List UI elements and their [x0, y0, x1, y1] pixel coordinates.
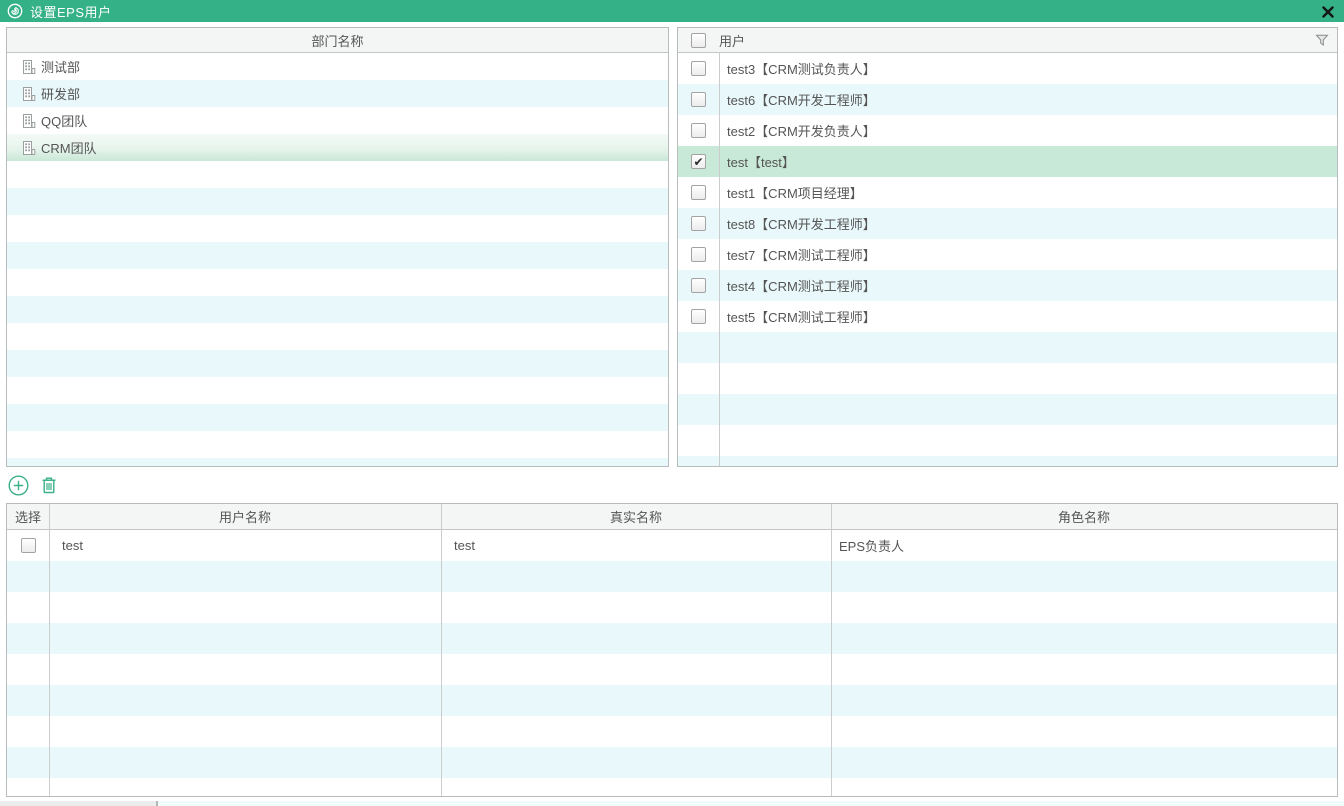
user-label: test7【CRM测试工程师】: [719, 245, 876, 264]
filter-funnel-icon[interactable]: [1315, 33, 1329, 47]
user-label: test【test】: [719, 152, 795, 171]
user-row[interactable]: test5【CRM测试工程师】: [678, 301, 1337, 332]
header-select: 选择: [7, 507, 49, 526]
close-icon[interactable]: [1320, 4, 1335, 19]
column-divider: [831, 504, 832, 796]
assigned-table-header: 选择 用户名称 真实名称 角色名称: [7, 504, 1337, 530]
column-divider: [49, 504, 50, 796]
user-checkbox[interactable]: [691, 92, 706, 107]
user-label: test8【CRM开发工程师】: [719, 214, 876, 233]
cell-user-name: test: [49, 538, 441, 553]
user-row[interactable]: test7【CRM测试工程师】: [678, 239, 1337, 270]
user-header-label: 用户: [719, 31, 745, 50]
tree-item-dept[interactable]: QQ团队: [7, 107, 668, 134]
background-page-edge: [0, 801, 156, 806]
department-header-label: 部门名称: [311, 31, 363, 50]
user-panel-header: 用户: [678, 28, 1337, 53]
user-row[interactable]: test3【CRM测试负责人】: [678, 53, 1337, 84]
tree-item-label: QQ团队: [41, 111, 87, 130]
user-label: test5【CRM测试工程师】: [719, 307, 876, 326]
user-label: test2【CRM开发负责人】: [719, 121, 876, 140]
header-real-name: 真实名称: [441, 507, 831, 526]
tree-item-dept[interactable]: 研发部: [7, 80, 668, 107]
header-role-name: 角色名称: [831, 507, 1337, 526]
user-panel: 用户 test3【CRM测试负责人】 test6【CRM开发工程师】 test2…: [677, 27, 1338, 467]
background-page-edge: [156, 801, 158, 806]
row-checkbox[interactable]: [21, 538, 36, 553]
assigned-users-table: 选择 用户名称 真实名称 角色名称 test test EPS负责人: [6, 503, 1338, 797]
user-checkbox[interactable]: [691, 123, 706, 138]
assigned-users-toolbar: [8, 468, 60, 502]
department-panel-header: 部门名称: [7, 28, 668, 53]
user-checkbox[interactable]: [691, 185, 706, 200]
spiral-logo-icon: [7, 3, 23, 19]
user-label: test1【CRM项目经理】: [719, 183, 863, 202]
user-row[interactable]: test2【CRM开发负责人】: [678, 115, 1337, 146]
department-building-icon: [21, 140, 37, 156]
background-page-edge: [0, 801, 1344, 806]
tree-item-dept[interactable]: 测试部: [7, 53, 668, 80]
user-row-selected[interactable]: test【test】: [678, 146, 1337, 177]
user-list: test3【CRM测试负责人】 test6【CRM开发工程师】 test2【CR…: [678, 53, 1337, 466]
user-checkbox[interactable]: [691, 278, 706, 293]
department-tree: 测试部 研发部: [7, 53, 668, 466]
user-checkbox-checked[interactable]: [691, 154, 706, 169]
column-divider: [719, 53, 720, 466]
user-label: test6【CRM开发工程师】: [719, 90, 876, 109]
tree-item-label: 研发部: [41, 84, 80, 103]
department-building-icon: [21, 59, 37, 75]
tree-item-dept-selected[interactable]: CRM团队: [7, 134, 668, 161]
select-all-checkbox[interactable]: [691, 33, 706, 48]
department-building-icon: [21, 86, 37, 102]
department-building-icon: [21, 113, 37, 129]
user-checkbox[interactable]: [691, 247, 706, 262]
dialog-titlebar: 设置EPS用户: [0, 0, 1344, 22]
user-checkbox[interactable]: [691, 61, 706, 76]
assigned-table-body: test test EPS负责人: [7, 530, 1337, 796]
table-row[interactable]: test test EPS负责人: [7, 530, 1337, 561]
user-checkbox[interactable]: [691, 216, 706, 231]
header-user-name: 用户名称: [49, 507, 441, 526]
user-label: test3【CRM测试负责人】: [719, 59, 876, 78]
user-row[interactable]: test6【CRM开发工程师】: [678, 84, 1337, 115]
user-label: test4【CRM测试工程师】: [719, 276, 876, 295]
dialog-title: 设置EPS用户: [30, 2, 112, 21]
cell-role-name: EPS负责人: [831, 536, 1337, 555]
user-row[interactable]: test8【CRM开发工程师】: [678, 208, 1337, 239]
circled-plus-icon[interactable]: [8, 475, 29, 496]
user-row[interactable]: test4【CRM测试工程师】: [678, 270, 1337, 301]
cell-real-name: test: [441, 538, 831, 553]
tree-item-label: CRM团队: [41, 138, 97, 157]
user-row[interactable]: test1【CRM项目经理】: [678, 177, 1337, 208]
dialog-set-eps-users: { "dialog": { "title": "设置EPS用户" }, "ico…: [0, 0, 1344, 806]
column-divider: [441, 504, 442, 796]
department-panel: 部门名称 测试部: [6, 27, 669, 467]
trash-icon[interactable]: [39, 475, 60, 496]
user-checkbox[interactable]: [691, 309, 706, 324]
tree-item-label: 测试部: [41, 57, 80, 76]
